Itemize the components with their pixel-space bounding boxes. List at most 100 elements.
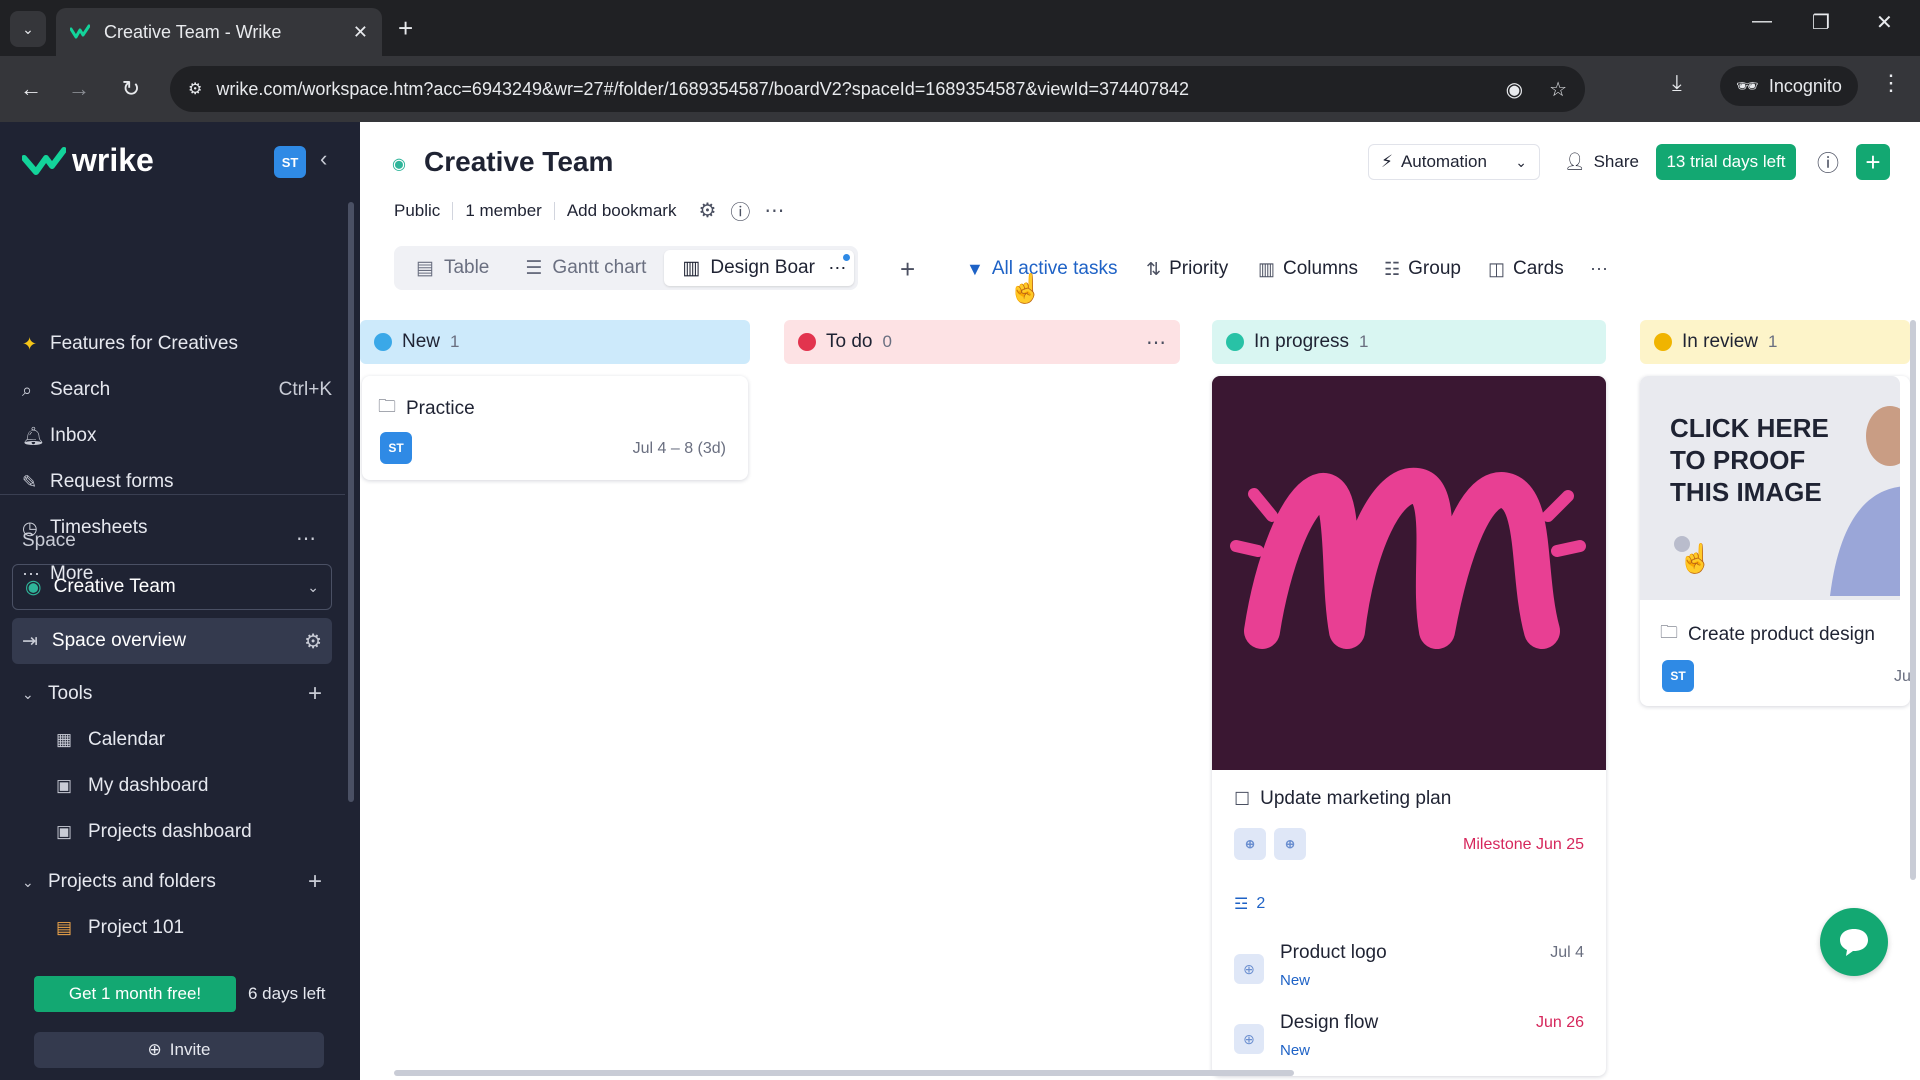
toolbar-more-icon[interactable]: ⋯ — [1590, 254, 1608, 284]
unassigned-avatar-icon[interactable]: ⊕ — [1274, 828, 1306, 860]
minimize-icon[interactable]: — — [1752, 10, 1772, 33]
projects-section[interactable]: ⌄ Projects and folders + — [22, 862, 322, 902]
add-project-icon[interactable]: + — [308, 868, 322, 896]
calendar-icon: ▦ — [56, 730, 73, 749]
nav-request-forms[interactable]: ✎ Request forms — [22, 462, 332, 502]
space-selector[interactable]: ◉ Creative Team ⌄ — [12, 564, 332, 610]
column-count: 1 — [450, 332, 460, 351]
subtask-count[interactable]: ☲ 2 — [1234, 894, 1265, 914]
info-icon[interactable]: ⓘ — [730, 196, 750, 225]
project-icon: ▤ — [56, 918, 73, 937]
subtask-assign-icon[interactable]: ⊕ — [1234, 1024, 1264, 1054]
page-title[interactable]: Creative Team — [424, 146, 613, 178]
column-in-review[interactable]: In review 1 — [1640, 320, 1910, 364]
more-options-icon[interactable]: ⋯ — [764, 198, 784, 223]
close-tab-icon[interactable]: ✕ — [353, 22, 368, 43]
bell-icon: 🔔︎ — [22, 425, 45, 446]
column-to-do[interactable]: To do 0 ⋯ — [784, 320, 1180, 364]
close-window-icon[interactable]: ✕ — [1876, 10, 1893, 35]
tools-label: Tools — [48, 683, 93, 704]
share-label: Share — [1593, 152, 1639, 171]
chat-button[interactable] — [1820, 908, 1888, 976]
bookmark-star-icon[interactable]: ☆ — [1549, 77, 1567, 102]
task-card-product-design[interactable]: CLICK HERE TO PROOF THIS IMAGE 🗀 Create … — [1640, 376, 1910, 706]
members-label[interactable]: 1 member — [465, 201, 542, 221]
get-month-free-button[interactable]: Get 1 month free! — [34, 976, 236, 1012]
help-icon[interactable]: ⓘ — [1810, 144, 1846, 180]
tab-search-button[interactable]: ⌄ — [10, 11, 46, 47]
automation-button[interactable]: ⚡︎ Automation ⌄ — [1368, 144, 1540, 180]
tab-gantt-chart[interactable]: ☰ Gantt chart — [507, 250, 664, 286]
nav-search[interactable]: ⌕ Search Ctrl+K — [22, 370, 332, 410]
invite-label: Invite — [169, 1040, 211, 1059]
tools-section[interactable]: ⌄ Tools + — [22, 674, 322, 714]
unassigned-avatar-icon[interactable]: ⊕ — [1234, 828, 1266, 860]
subtask-name[interactable]: Design flow — [1280, 1012, 1378, 1034]
gear-icon[interactable]: ⚙ — [698, 198, 716, 223]
add-bookmark-link[interactable]: Add bookmark — [567, 201, 677, 221]
eye-off-icon[interactable]: ◉ — [1506, 77, 1523, 102]
sidebar-scrollbar[interactable] — [348, 202, 354, 802]
nav-inbox[interactable]: 🔔︎ Inbox — [22, 416, 332, 456]
assignee-avatar[interactable]: ST — [380, 432, 412, 464]
download-icon[interactable]: ⤓ — [1672, 70, 1682, 96]
board-vertical-scrollbar[interactable] — [1910, 320, 1916, 880]
column-new[interactable]: New 1 — [360, 320, 750, 364]
space-overview-item[interactable]: ⇥ Space overview ⚙ — [12, 618, 332, 664]
reload-icon[interactable]: ↻ — [114, 72, 148, 106]
incognito-indicator[interactable]: 🕶 Incognito — [1720, 66, 1858, 106]
column-count: 1 — [1768, 332, 1778, 351]
assignee-avatar[interactable]: ST — [1662, 660, 1694, 692]
arrow-into-icon: ⇥ — [22, 630, 38, 652]
incognito-label: Incognito — [1768, 75, 1842, 96]
add-view-icon[interactable]: + — [900, 254, 915, 285]
group-button[interactable]: ☷ Group — [1384, 254, 1461, 284]
trial-days-button[interactable]: 13 trial days left — [1656, 144, 1796, 180]
url-text[interactable]: wrike.com/workspace.htm?acc=6943249&wr=2… — [216, 79, 1479, 100]
add-new-button[interactable]: + — [1856, 144, 1890, 180]
task-card-marketing[interactable]: ☐ Update marketing plan ⊕ ⊕ Milestone Ju… — [1212, 376, 1606, 1076]
site-info-icon[interactable]: ⚙ — [188, 79, 202, 99]
space-options-icon[interactable]: ⋯ — [296, 526, 316, 551]
task-card-practice[interactable]: 🗀 Practice ST Jul 4 – 8 (3d) — [362, 376, 748, 480]
nav-features-for-creatives[interactable]: ✦ Features for Creatives — [22, 324, 332, 364]
forward-icon[interactable]: → — [62, 72, 96, 106]
nav-label: Request forms — [50, 471, 174, 492]
projects-label: Projects and folders — [48, 871, 216, 892]
browser-tab[interactable]: Creative Team - Wrike ✕ — [56, 8, 382, 56]
cards-button[interactable]: ◫ Cards — [1488, 254, 1564, 284]
wrike-logo[interactable]: wrike — [22, 142, 154, 179]
browser-menu-icon[interactable]: ⋮ — [1880, 70, 1902, 96]
columns-button[interactable]: ▥ Columns — [1258, 254, 1358, 284]
project-101[interactable]: ▤ Project 101 — [56, 908, 184, 948]
add-tool-icon[interactable]: + — [308, 680, 322, 708]
share-button[interactable]: 👤︎ Share — [1556, 144, 1646, 180]
tool-my-dashboard[interactable]: ▣ My dashboard — [56, 766, 208, 806]
board-horizontal-scrollbar[interactable] — [394, 1070, 1294, 1076]
user-avatar[interactable]: ST — [274, 146, 306, 178]
omnibox[interactable]: ⚙ wrike.com/workspace.htm?acc=6943249&wr… — [170, 66, 1585, 112]
column-options-icon[interactable]: ⋯ — [1146, 330, 1166, 355]
tool-projects-dashboard[interactable]: ▣ Projects dashboard — [56, 812, 252, 852]
gear-icon[interactable]: ⚙ — [304, 629, 322, 654]
tab-options-icon[interactable]: ⋯ — [824, 257, 847, 279]
marketing-image[interactable] — [1212, 376, 1606, 770]
tab-design-board[interactable]: ▥ Design Boar ⋯ — [664, 250, 855, 286]
subtask-status[interactable]: New — [1280, 1042, 1310, 1059]
tab-table[interactable]: ▤ Table — [398, 250, 507, 286]
visibility-label[interactable]: Public — [394, 201, 440, 221]
subtask-assign-icon[interactable]: ⊕ — [1234, 954, 1264, 984]
collapse-sidebar-icon[interactable]: ‹ — [320, 146, 327, 172]
invite-button[interactable]: ⊕ Invite — [34, 1032, 324, 1068]
restore-icon[interactable]: ❐ — [1812, 10, 1830, 35]
tool-calendar[interactable]: ▦ Calendar — [56, 720, 165, 760]
subtask-name[interactable]: Product logo — [1280, 942, 1387, 964]
priority-button[interactable]: ⇅ Priority — [1146, 254, 1228, 284]
dashboard-icon: ▣ — [56, 822, 73, 841]
new-tab-button[interactable]: + — [398, 12, 413, 44]
subtask-status[interactable]: New — [1280, 972, 1310, 989]
back-icon[interactable]: ← — [14, 72, 48, 106]
status-dot — [1226, 333, 1244, 351]
automation-label: Automation — [1400, 152, 1487, 171]
column-in-progress[interactable]: In progress 1 — [1212, 320, 1606, 364]
